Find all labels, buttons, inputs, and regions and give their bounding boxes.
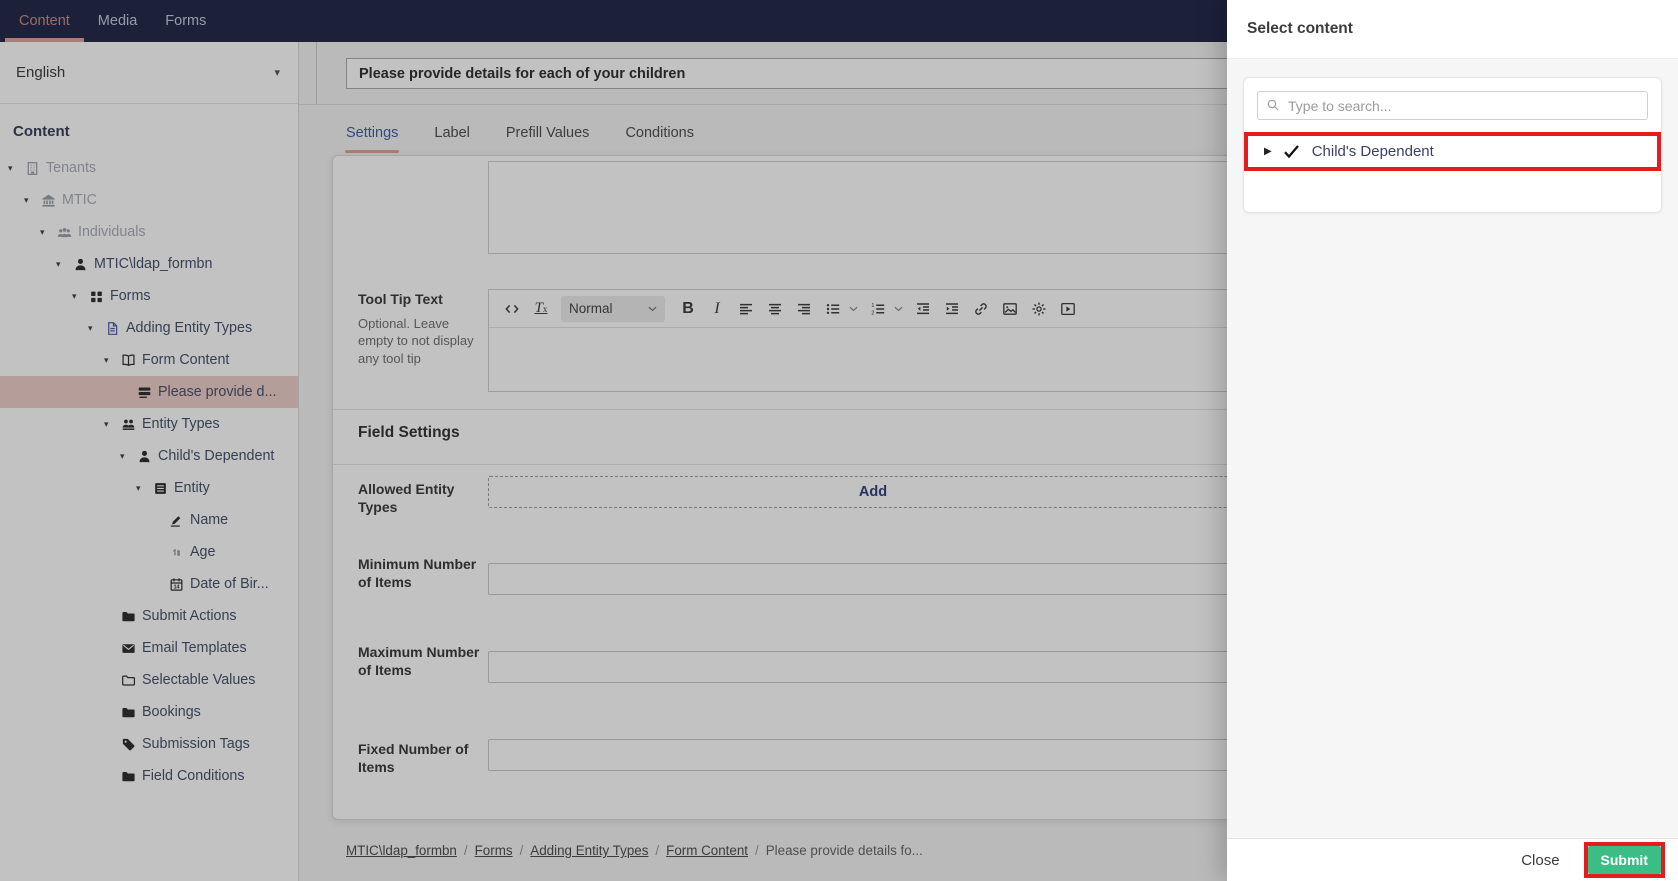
panel-header: Select content xyxy=(1227,0,1678,59)
select-content-panel: Select content ▶ Child's Dependent xyxy=(1227,0,1678,881)
modal-backdrop xyxy=(0,0,1227,881)
close-button[interactable]: Close xyxy=(1521,852,1559,869)
panel-title: Select content xyxy=(1247,20,1353,37)
submit-button[interactable]: Submit xyxy=(1587,846,1661,874)
search-box xyxy=(1257,91,1648,120)
search-input[interactable] xyxy=(1258,92,1647,119)
search-icon xyxy=(1266,98,1280,117)
panel-body: ▶ Child's Dependent xyxy=(1227,59,1678,838)
panel-card: ▶ Child's Dependent xyxy=(1243,77,1662,213)
chevron-right-icon[interactable]: ▶ xyxy=(1264,146,1272,157)
checkmark-icon xyxy=(1283,144,1300,159)
submit-annotation-box: Submit xyxy=(1583,842,1665,878)
content-item-label: Child's Dependent xyxy=(1311,143,1434,160)
panel-footer: Close Submit xyxy=(1227,838,1678,881)
content-item-childs-dependent[interactable]: ▶ Child's Dependent xyxy=(1244,132,1661,171)
